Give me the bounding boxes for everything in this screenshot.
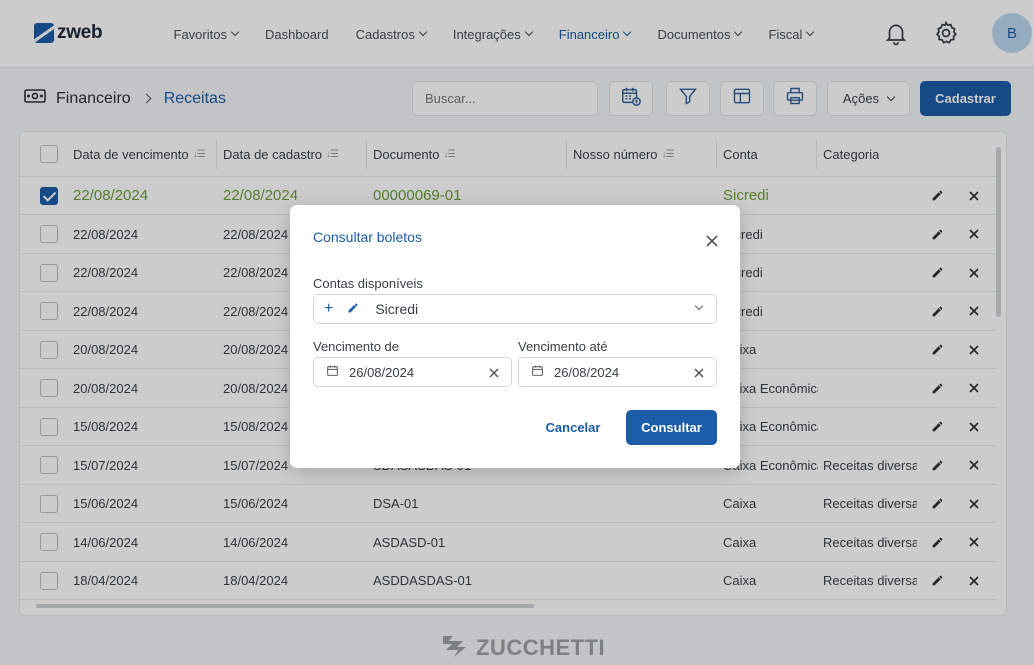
clear-icon[interactable] [489, 366, 499, 381]
vencimento-de-label: Vencimento de [313, 339, 400, 354]
contas-label: Contas disponíveis [313, 276, 423, 291]
clear-icon[interactable] [694, 366, 704, 381]
consultar-boletos-dialog: Consultar boletos Contas disponíveis + S… [290, 205, 740, 468]
cancel-button[interactable]: Cancelar [538, 410, 608, 445]
contas-select[interactable]: + Sicredi [313, 294, 717, 324]
vencimento-ate-label: Vencimento até [518, 339, 608, 354]
vencimento-ate-value: 26/08/2024 [554, 364, 620, 380]
vencimento-de-value: 26/08/2024 [349, 364, 415, 380]
calendar-icon [531, 364, 544, 380]
calendar-icon [326, 364, 339, 380]
vencimento-de-field[interactable]: 26/08/2024 [313, 357, 512, 387]
chevron-down-icon [694, 301, 704, 311]
dialog-title: Consultar boletos [313, 229, 422, 245]
close-icon[interactable] [702, 231, 722, 251]
pencil-icon[interactable] [347, 301, 359, 317]
plus-icon[interactable]: + [324, 300, 333, 318]
vencimento-ate-field[interactable]: 26/08/2024 [518, 357, 717, 387]
consultar-button[interactable]: Consultar [626, 410, 717, 445]
conta-selected-value: Sicredi [375, 301, 419, 317]
